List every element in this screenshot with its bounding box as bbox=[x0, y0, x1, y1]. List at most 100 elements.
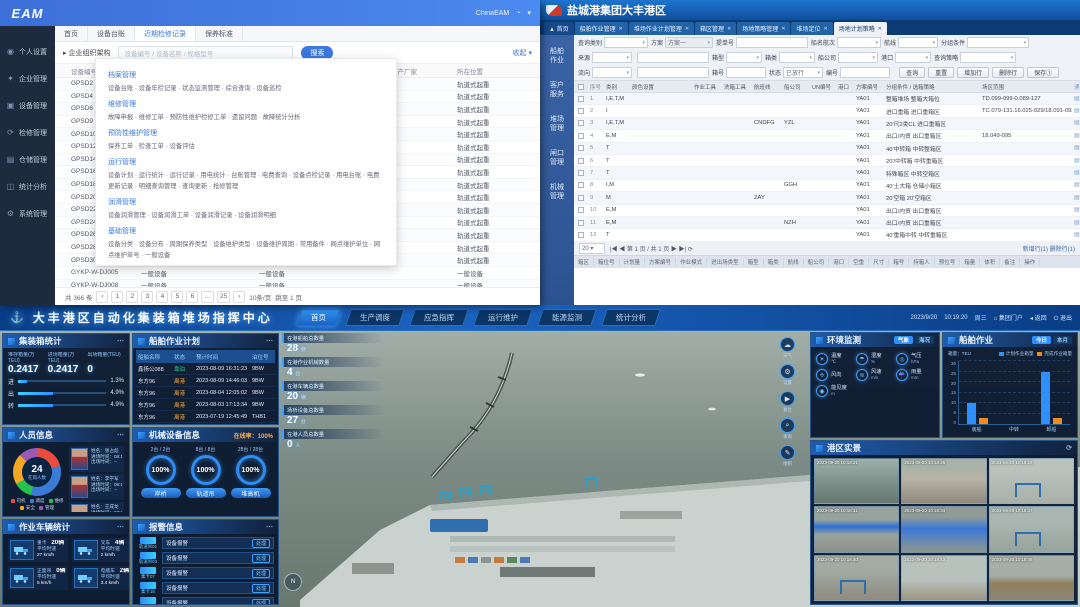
camera-tile[interactable]: 2023-09-20 10:18:21 bbox=[814, 458, 899, 504]
close-icon[interactable]: ✕ bbox=[878, 26, 882, 32]
plan-table-row[interactable]: 3 I,E,T,M CNDFG YZL YA01 20'尺2类CL 进口重箱区 … bbox=[574, 118, 1080, 130]
vessel-row[interactable]: 东方96 离港 2023-08-03 17:13:34 9BW bbox=[136, 399, 275, 411]
channel-icon[interactable]: ▤ bbox=[1072, 133, 1080, 139]
pagination-page[interactable]: 1 bbox=[111, 291, 123, 303]
table-row[interactable]: GYKP-W-DJ008 一般设备 一般设备 一般设备 17 bbox=[55, 280, 540, 288]
personnel-card[interactable]: 姓名：李学军 职位：安全员 进场时间：08:15 出场时间：-- bbox=[69, 474, 124, 500]
filter-control[interactable] bbox=[637, 52, 709, 63]
dashboard-nav-tab[interactable]: 生产调度 bbox=[345, 309, 405, 326]
camera-tile[interactable]: 2023-09-20 10:18:43 bbox=[901, 555, 986, 601]
select-all-checkbox[interactable] bbox=[574, 84, 588, 90]
filter-button[interactable]: 保存① bbox=[1027, 67, 1059, 78]
row-actions[interactable]: 新增行(1) 删除行(1) bbox=[1023, 244, 1075, 253]
close-icon[interactable]: ✕ bbox=[727, 26, 731, 32]
env-tab[interactable]: 气象 bbox=[894, 336, 913, 344]
close-icon[interactable]: ✕ bbox=[824, 26, 828, 32]
filter-control[interactable]: ▾ bbox=[837, 37, 881, 48]
more-icon[interactable]: ⋯ bbox=[117, 337, 124, 345]
close-icon[interactable]: ✕ bbox=[685, 26, 689, 32]
tos-tab[interactable]: 箱区管理 ✕ bbox=[695, 22, 736, 35]
row-checkbox[interactable] bbox=[574, 145, 588, 151]
pagination-page[interactable]: ‹ bbox=[96, 291, 108, 303]
vehicle-card[interactable]: 重卡 20辆 平均时速 27 km/h bbox=[8, 538, 68, 562]
sidebar-item[interactable]: ✦ 企业管理 bbox=[0, 65, 55, 92]
camera-tile[interactable]: 2023-09-20 10:18:46 bbox=[989, 555, 1074, 601]
channel-icon[interactable]: ▤ bbox=[1072, 170, 1080, 176]
filter-control[interactable]: ▾ bbox=[592, 67, 632, 78]
tos-tab[interactable]: 船舶作业管理 ✕ bbox=[575, 22, 628, 35]
mega-menu-links[interactable]: 故障申报 · 维修工单 · 预防性维护检修工单 · 遗留问题 · 故障统计分析 bbox=[108, 112, 384, 123]
tos-sidebar-item[interactable]: 闸口管理 bbox=[549, 149, 565, 167]
dashboard-nav-tab[interactable]: 统计分析 bbox=[601, 309, 661, 326]
tos-tab[interactable]: 场地策略管理 ✕ bbox=[737, 22, 790, 35]
handle-alarm-button[interactable]: 处理 bbox=[252, 569, 270, 578]
filter-control[interactable]: ▾ bbox=[898, 37, 938, 48]
eam-tab[interactable]: 设备台账 bbox=[88, 26, 135, 41]
collapse-toggle[interactable]: 收起 ▾ bbox=[513, 48, 532, 58]
mega-menu-links[interactable]: 保养工单 · 检查工单 · 设备评估 bbox=[108, 141, 384, 152]
portal-button[interactable]: ⌂ 集团门户 bbox=[994, 313, 1023, 322]
plan-table-row[interactable]: 1 I,E,T,M YA01 整箱堆场 整箱大箱位 TD.099-099-0.0… bbox=[574, 93, 1080, 105]
personnel-card[interactable]: 姓名：张占彪 职位：调度员 进场时间：08:12 出场时间：-- bbox=[69, 446, 124, 472]
ops-tab[interactable]: 本月 bbox=[1053, 336, 1072, 344]
camera-tile[interactable]: 2023-09-20 10:18:31 bbox=[814, 506, 899, 552]
sidebar-item[interactable]: ⚙ 系统管理 bbox=[0, 200, 55, 227]
filter-control[interactable]: 已放行▾ bbox=[783, 67, 823, 78]
filter-control[interactable]: ▾ bbox=[960, 52, 1016, 63]
pagination-jump[interactable]: 跳至 1 页 bbox=[275, 292, 302, 302]
tos-sidebar-item[interactable]: 船舶作业 bbox=[549, 47, 565, 65]
vessel-row[interactable]: 东方96 离港 2023-08-09 14:46:03 9BW bbox=[136, 375, 275, 387]
more-icon[interactable]: ⋯ bbox=[266, 337, 273, 345]
camera-tile[interactable]: 2023-09-20 10:18:28 bbox=[989, 458, 1074, 504]
tos-tab[interactable]: 场地计划策略 ✕ bbox=[834, 22, 887, 35]
tos-sidebar-item[interactable]: 客户服务 bbox=[549, 81, 565, 99]
mega-menu-section-title[interactable]: 基础管理 bbox=[108, 226, 384, 236]
equipment-type-button[interactable]: 岸桥 bbox=[141, 488, 181, 498]
compass-icon[interactable]: N bbox=[284, 573, 302, 591]
plan-table-row[interactable]: 12 T YA01 40'重箱中转 中转重箱区 ▤ ▤ ▦ bbox=[574, 229, 1080, 241]
pagination-page[interactable]: 6 bbox=[186, 291, 198, 303]
page-size-select[interactable]: 20 ▾ bbox=[579, 243, 605, 254]
filter-button[interactable]: 重置 bbox=[928, 67, 954, 78]
tos-tab[interactable]: 堆场作业计划管理 ✕ bbox=[629, 22, 694, 35]
row-checkbox[interactable] bbox=[574, 220, 588, 226]
pagination-page[interactable]: 25 bbox=[217, 291, 230, 303]
sidebar-item[interactable]: ◉ 个人设置 bbox=[0, 38, 55, 65]
plan-table-row[interactable]: 2 I YA01 进口重箱 进口重箱区 TC.079-131.16.025-02… bbox=[574, 105, 1080, 117]
filter-button[interactable]: 删除行 bbox=[992, 67, 1024, 78]
eam-tab[interactable]: 近期检修记录 bbox=[135, 26, 196, 41]
exit-button[interactable]: ⏻ 退出 bbox=[1054, 313, 1072, 323]
pagination-per-page[interactable]: 10条/页 bbox=[249, 292, 271, 302]
vehicle-card[interactable]: 叉车 4辆 平均时速 2 km/h bbox=[72, 538, 129, 562]
vehicle-card[interactable]: 正面吊 0辆 平均时速 5 km/h bbox=[8, 566, 68, 590]
channel-icon[interactable]: ▤ bbox=[1072, 145, 1080, 151]
filter-control[interactable] bbox=[736, 37, 808, 48]
mega-menu-section-title[interactable]: 维修管理 bbox=[108, 99, 384, 109]
row-checkbox[interactable] bbox=[574, 120, 588, 126]
filter-control[interactable]: ▾ bbox=[604, 37, 648, 48]
dashboard-nav-tab[interactable]: 能源监测 bbox=[537, 309, 597, 326]
dashboard-nav-tab[interactable]: 首页 bbox=[296, 309, 341, 326]
filter-control[interactable]: 方案一▾ bbox=[665, 37, 713, 48]
mega-menu-section-title[interactable]: 预防性维护管理 bbox=[108, 128, 384, 138]
filter-control[interactable] bbox=[726, 67, 766, 78]
row-checkbox[interactable] bbox=[574, 170, 588, 176]
row-checkbox[interactable] bbox=[574, 108, 588, 114]
bell-icon[interactable]: ◔ bbox=[516, 10, 520, 17]
camera-tile[interactable]: 2023-09-20 10:18:40 bbox=[814, 555, 899, 601]
row-checkbox[interactable] bbox=[574, 158, 588, 164]
camera-tile[interactable]: 2023-09-20 10:18:34 bbox=[901, 506, 986, 552]
chevron-down-icon[interactable]: ▾ bbox=[527, 9, 531, 17]
vessel-row[interactable]: 鑫扬公088 靠泊 2023-08-09 16:31:23 9BW bbox=[136, 363, 275, 375]
filter-control[interactable]: ▾ bbox=[838, 52, 878, 63]
scene-tool-button[interactable]: ⌕ 查询 bbox=[780, 418, 795, 440]
row-checkbox[interactable] bbox=[574, 96, 588, 102]
channel-icon[interactable]: ▤ bbox=[1072, 120, 1080, 126]
handle-alarm-button[interactable]: 处理 bbox=[252, 599, 270, 605]
filter-control[interactable]: ▾ bbox=[592, 52, 632, 63]
vehicle-card[interactable]: 电瓶车 2辆 平均时速 3.4 km/h bbox=[72, 566, 129, 590]
pagination-page[interactable]: … bbox=[201, 291, 214, 303]
channel-icon[interactable]: ▤ bbox=[1072, 195, 1080, 201]
more-icon[interactable]: ⋯ bbox=[117, 523, 124, 531]
dashboard-nav-tab[interactable]: 应急指挥 bbox=[409, 309, 469, 326]
